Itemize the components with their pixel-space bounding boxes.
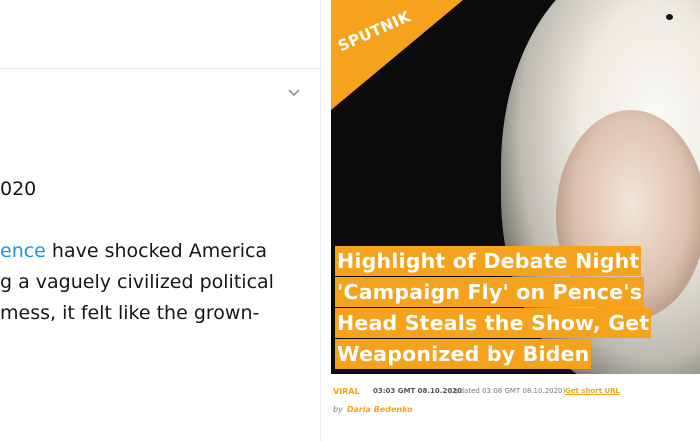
- tweet-divider: [0, 68, 322, 69]
- headline-text: Highlight of Debate Night: [335, 246, 642, 276]
- tweet-text-line: ence have shocked America: [0, 236, 318, 267]
- article-meta: VIRAL 03:03 GMT 08.10.2020 (updated 03:0…: [333, 385, 700, 401]
- chevron-down-icon[interactable]: [287, 86, 301, 100]
- tweet-date: 020: [0, 178, 37, 200]
- headline-line: 'Campaign Fly' on Pence's: [335, 277, 700, 307]
- hero-image: SPUTNIK Highlight of Debate Night 'Campa…: [331, 0, 700, 374]
- headline-text: 'Campaign Fly' on Pence's: [335, 277, 645, 307]
- headline-text: Weaponized by Biden: [335, 339, 592, 369]
- headline-line: Head Steals the Show, Get: [335, 308, 700, 338]
- tweet-text-line: g a vaguely civilized political: [0, 271, 274, 293]
- updated-time: (updated 03:08 GMT 08.10.2020): [448, 387, 566, 395]
- tweet-text-fragment: have shocked America: [45, 240, 268, 262]
- byline: by Daria Bedenko: [333, 405, 413, 414]
- fly-mark: [666, 14, 673, 20]
- tweet-text-line: mess, it felt like the grown-: [0, 302, 260, 324]
- tweet-text: ence have shocked America g a vaguely ci…: [0, 236, 318, 329]
- headline-text: Head Steals the Show, Get: [335, 308, 652, 338]
- panel-divider: [320, 0, 321, 441]
- category-link[interactable]: VIRAL: [333, 387, 360, 396]
- headline-line: Weaponized by Biden: [335, 339, 700, 369]
- tweet-mention[interactable]: ence: [0, 240, 46, 262]
- short-url-link[interactable]: Get short URL: [565, 387, 620, 395]
- byline-prefix: by: [333, 405, 343, 414]
- headline-line: Highlight of Debate Night: [335, 246, 700, 276]
- article-headline: Highlight of Debate Night 'Campaign Fly'…: [335, 246, 700, 370]
- sputnik-logo[interactable]: SPUTNIK: [331, 0, 469, 120]
- author-link[interactable]: Daria Bedenko: [347, 405, 413, 414]
- sputnik-article: SPUTNIK Highlight of Debate Night 'Campa…: [331, 0, 700, 441]
- tweet-card: 020 ence have shocked America g a vaguel…: [0, 0, 322, 441]
